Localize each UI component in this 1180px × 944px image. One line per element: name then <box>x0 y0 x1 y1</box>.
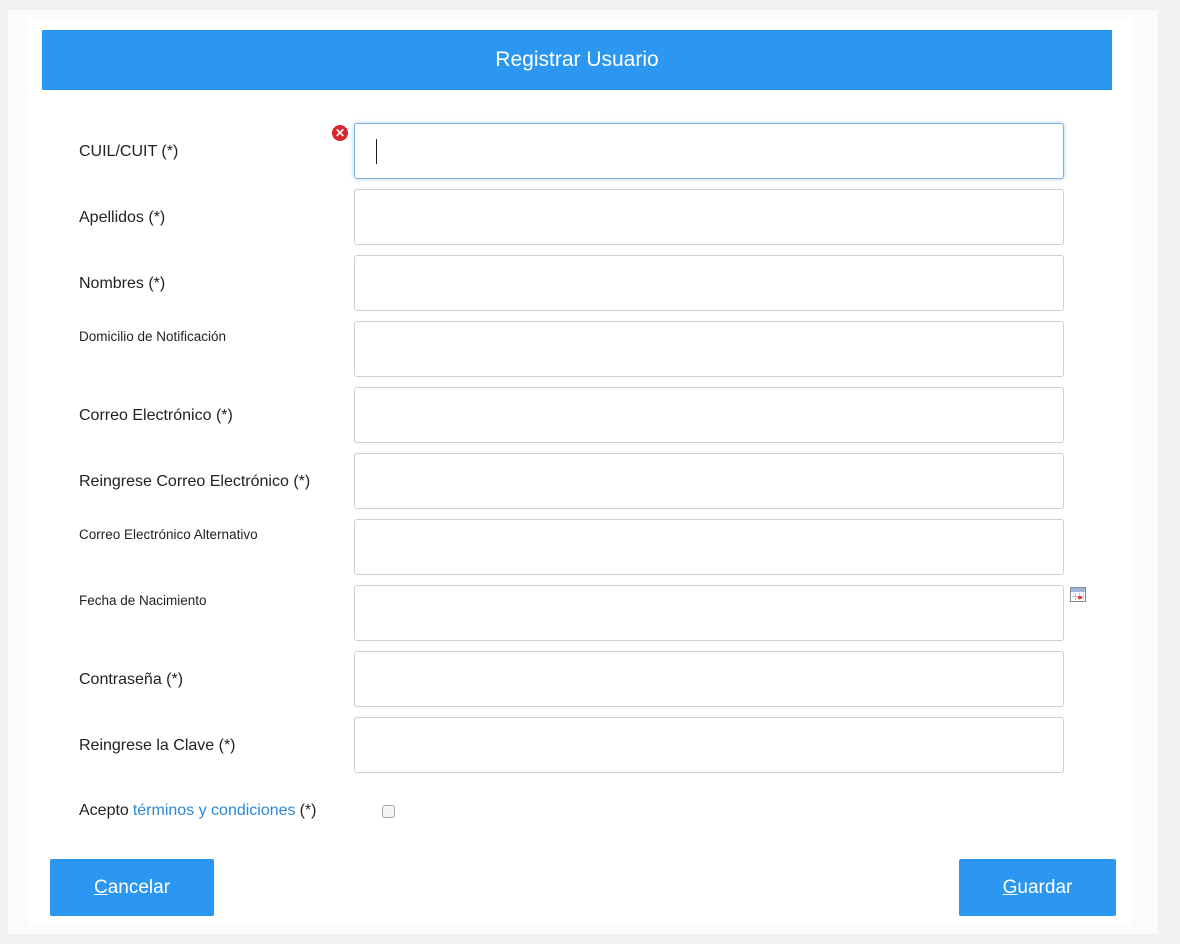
cancel-accesskey: C <box>93 876 108 898</box>
save-accesskey: G <box>1002 876 1018 898</box>
contrasena-input[interactable] <box>354 651 1064 707</box>
apellidos-input[interactable] <box>354 189 1064 245</box>
error-icon: ✕ <box>332 125 348 141</box>
calendar-icon[interactable] <box>1070 587 1086 602</box>
terms-checkbox[interactable] <box>382 805 395 818</box>
row-apellidos: Apellidos (*) <box>0 189 1180 247</box>
label-contrasena: Contraseña (*) <box>79 671 184 688</box>
row-correo-alternativo: Correo Electrónico Alternativo <box>0 519 1180 577</box>
terms-suffix: (*) <box>299 802 317 819</box>
cancel-label: ancelar <box>107 876 171 898</box>
terms-line: Acepto términos y condiciones (*) <box>79 802 316 820</box>
correo-alternativo-input[interactable] <box>354 519 1064 575</box>
text-caret <box>376 139 377 164</box>
reingrese-clave-input[interactable] <box>354 717 1064 773</box>
cancel-button[interactable]: Cancelar <box>50 859 214 916</box>
form-header: Registrar Usuario <box>42 30 1112 90</box>
label-correo: Correo Electrónico (*) <box>79 407 233 424</box>
row-reingrese-correo: Reingrese Correo Electrónico (*) <box>0 453 1180 511</box>
row-correo: Correo Electrónico (*) <box>0 387 1180 445</box>
row-reingrese-clave: Reingrese la Clave (*) <box>0 717 1180 775</box>
label-fecha-nacimiento: Fecha de Nacimiento <box>79 593 207 608</box>
terms-link[interactable]: términos y condiciones <box>133 802 296 820</box>
domicilio-input[interactable] <box>354 321 1064 377</box>
label-cuil-cuit: CUIL/CUIT (*) <box>79 143 179 160</box>
label-reingrese-clave: Reingrese la Clave (*) <box>79 737 236 754</box>
label-reingrese-correo: Reingrese Correo Electrónico (*) <box>79 473 311 490</box>
row-nombres: Nombres (*) <box>0 255 1180 313</box>
label-nombres: Nombres (*) <box>79 275 166 292</box>
label-apellidos: Apellidos (*) <box>79 209 166 226</box>
label-correo-alternativo: Correo Electrónico Alternativo <box>79 527 258 542</box>
row-domicilio: Domicilio de Notificación <box>0 321 1180 379</box>
label-domicilio: Domicilio de Notificación <box>79 329 227 344</box>
save-label: uardar <box>1017 876 1073 898</box>
nombres-input[interactable] <box>354 255 1064 311</box>
reingrese-correo-input[interactable] <box>354 453 1064 509</box>
terms-prefix: Acepto <box>79 802 129 819</box>
correo-input[interactable] <box>354 387 1064 443</box>
form-title: Registrar Usuario <box>495 48 659 71</box>
fecha-nacimiento-input[interactable] <box>354 585 1064 641</box>
row-cuil-cuit: CUIL/CUIT (*) ✕ <box>0 123 1180 181</box>
cuil-cuit-input[interactable] <box>354 123 1064 179</box>
save-button[interactable]: Guardar <box>959 859 1116 916</box>
row-fecha-nacimiento: Fecha de Nacimiento <box>0 585 1180 643</box>
row-contrasena: Contraseña (*) <box>0 651 1180 709</box>
